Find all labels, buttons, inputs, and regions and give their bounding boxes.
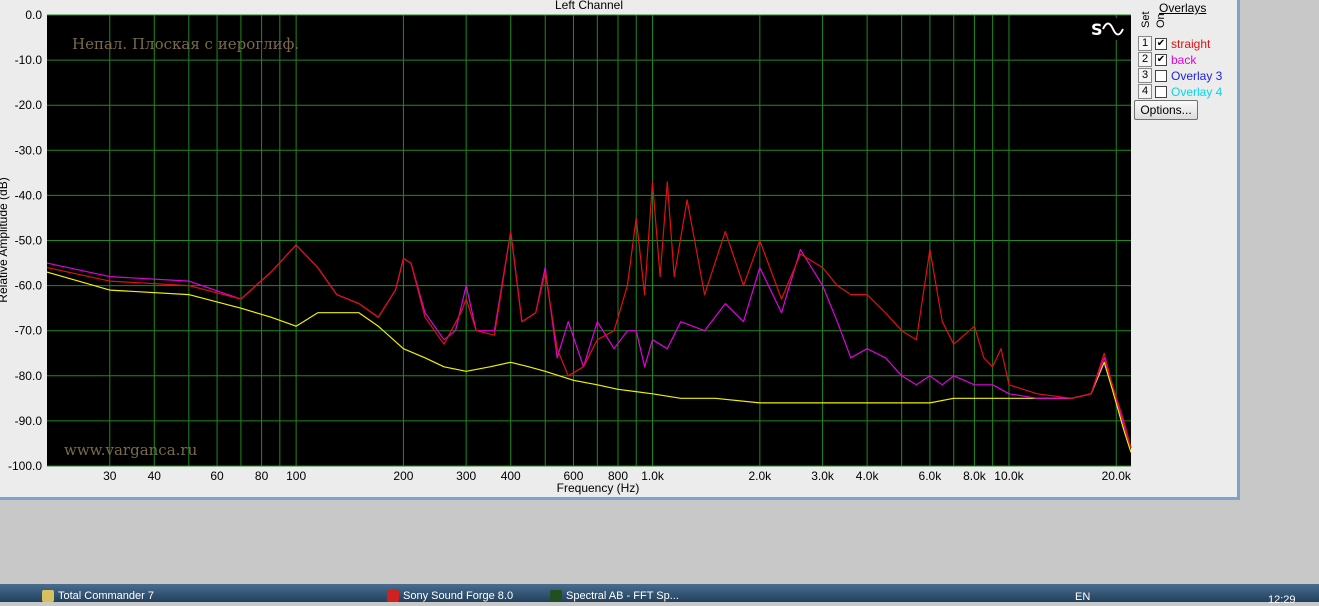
x-tick-label: 300 (456, 469, 476, 483)
total-commander-icon (42, 590, 54, 602)
overlay-row[interactable]: 2 ✔ back (1138, 52, 1196, 67)
overlay-set-button[interactable]: 4 (1138, 84, 1152, 99)
x-tick-label: 20.0k (1102, 469, 1132, 483)
y-tick-label: -30.0 (15, 143, 43, 157)
options-button[interactable]: Options... (1134, 100, 1198, 120)
overlay-checkbox[interactable] (1155, 69, 1167, 82)
x-tick-label: 30 (103, 469, 117, 483)
x-tick-label: 4.0k (856, 469, 880, 483)
x-tick-label: 40 (148, 469, 162, 483)
overlay-checkbox[interactable]: ✔ (1155, 53, 1167, 66)
overlay-label: Overlay 4 (1171, 84, 1223, 99)
y-tick-label: -90.0 (15, 414, 43, 428)
overlay-checkbox[interactable] (1155, 85, 1167, 98)
x-axis-label: Frequency (Hz) (557, 481, 640, 495)
taskbar-item-label: Spectral AB - FFT Sp... (566, 590, 679, 602)
y-tick-label: -80.0 (15, 369, 43, 383)
svg-text:S: S (1091, 20, 1103, 39)
x-tick-label: 10.0k (994, 469, 1024, 483)
y-tick-label: -20.0 (15, 98, 43, 112)
x-tick-label: 100 (286, 469, 306, 483)
overlay-row[interactable]: 3 Overlay 3 (1138, 68, 1222, 83)
sound-forge-icon (387, 590, 399, 602)
overlay-set-button[interactable]: 2 (1138, 52, 1152, 67)
spectral-ab-icon (550, 590, 562, 602)
x-tick-label: 6.0k (919, 469, 943, 483)
x-tick-label: 3.0k (811, 469, 835, 483)
x-tick-label: 400 (501, 469, 521, 483)
x-tick-label: 1.0k (641, 469, 665, 483)
taskbar-item-label: Total Commander 7 (58, 590, 154, 602)
y-tick-label: -60.0 (15, 279, 43, 293)
annotation-url: www.varganca.ru (64, 441, 198, 459)
overlay-set-button[interactable]: 1 (1138, 36, 1152, 51)
overlay-set-button[interactable]: 3 (1138, 68, 1152, 83)
x-tick-label: 200 (393, 469, 413, 483)
language-indicator[interactable]: EN (1075, 591, 1095, 603)
taskbar-item-label: Sony Sound Forge 8.0 (403, 590, 514, 602)
x-tick-label: 2.0k (748, 469, 772, 483)
overlay-row[interactable]: 4 Overlay 4 (1138, 84, 1222, 99)
overlay-checkbox[interactable]: ✔ (1155, 37, 1167, 50)
y-tick-label: -40.0 (15, 188, 43, 202)
taskbar-item[interactable]: Spectral AB - FFT Sp... (548, 590, 706, 602)
spectrum-chart: Left Channel 0.0 -10.0 -20.0 -30.0 -40.0 -50.… (0, 0, 1132, 495)
taskbar-item[interactable]: Sony Sound Forge 8.0 (385, 590, 543, 602)
taskbar-item[interactable]: Total Commander 7 (40, 590, 208, 602)
x-tick-label: 8.0k (963, 469, 987, 483)
col-set-label: Set (1140, 11, 1152, 28)
y-tick-label: 0.0 (25, 8, 42, 22)
overlay-label: back (1171, 52, 1197, 67)
x-tick-label: 80 (255, 469, 269, 483)
clock: 12:29 (1268, 594, 1296, 606)
y-axis-label: Relative Amplitude (dB) (0, 177, 10, 302)
y-tick-label: -10.0 (15, 53, 43, 67)
col-on-label: On (1155, 13, 1167, 28)
overlay-label: straight (1171, 36, 1211, 51)
overlay-label: Overlay 3 (1171, 68, 1223, 83)
y-tick-label: -50.0 (15, 234, 43, 248)
chart-title: Left Channel (555, 0, 623, 12)
y-tick-label: -100.0 (8, 459, 42, 473)
annotation-title: Непал. Плоская с иероглиф. (72, 35, 299, 53)
sweep-sine-icon[interactable]: S (1088, 18, 1128, 40)
x-tick-label: 60 (210, 469, 224, 483)
overlay-row[interactable]: 1 ✔ straight (1138, 36, 1210, 51)
y-tick-label: -70.0 (15, 324, 43, 338)
